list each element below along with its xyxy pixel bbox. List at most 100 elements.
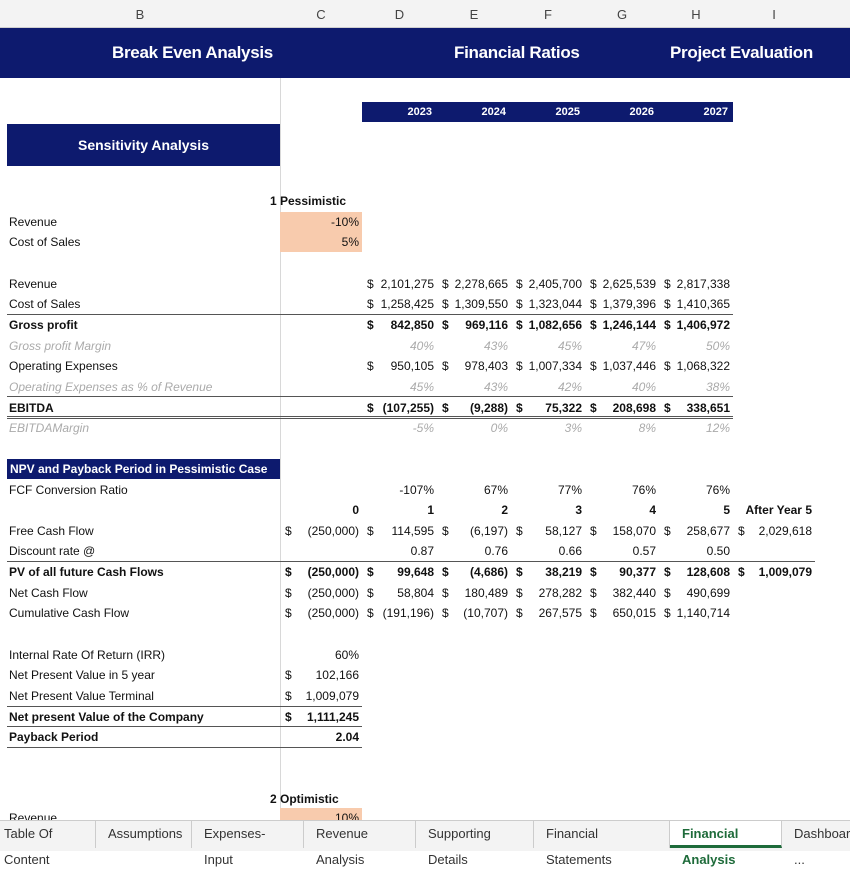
cell[interactable]: 2 Optimistic [270, 789, 390, 809]
cell[interactable]: $278,282 [511, 583, 585, 603]
cell[interactable]: 0.87 [362, 541, 437, 561]
cell[interactable]: $950,105 [362, 356, 437, 376]
cell[interactable]: 1 Pessimistic [270, 191, 390, 211]
cell[interactable]: 76% [659, 480, 733, 500]
cell[interactable]: $ (6,197) [437, 521, 511, 541]
cell[interactable]: -5% [362, 418, 437, 438]
cell[interactable]: $180,489 [437, 583, 511, 603]
sheet-tab[interactable]: Assumptions [96, 821, 192, 848]
column-header-D[interactable]: D [362, 7, 437, 22]
cell[interactable]: $128,608 [659, 562, 733, 582]
cell[interactable]: 0.66 [511, 541, 585, 561]
cell[interactable]: After Year 5 [733, 500, 815, 520]
column-header-B[interactable]: B [0, 7, 280, 22]
column-header-H[interactable]: H [659, 7, 733, 22]
cell[interactable]: $1,140,714 [659, 603, 733, 623]
cell[interactable]: 60% [280, 645, 362, 665]
cell[interactable]: 43% [437, 336, 511, 356]
cell[interactable]: 0.76 [437, 541, 511, 561]
cell[interactable]: $102,166 [280, 665, 362, 685]
cell[interactable]: $208,698 [585, 398, 659, 418]
cell[interactable]: 0.57 [585, 541, 659, 561]
cell[interactable]: $ (250,000) [280, 583, 362, 603]
cell[interactable]: $ (107,255) [362, 398, 437, 418]
cell[interactable]: 40% [585, 377, 659, 397]
cell[interactable]: $90,377 [585, 562, 659, 582]
cell[interactable]: $1,406,972 [659, 315, 733, 335]
cell[interactable]: $99,648 [362, 562, 437, 582]
cell[interactable]: -107% [362, 480, 437, 500]
sheet-tab[interactable]: Financial Analysis [670, 821, 782, 867]
cell[interactable]: $490,699 [659, 583, 733, 603]
cell[interactable]: $1,379,396 [585, 294, 659, 314]
cell[interactable]: $1,111,245 [280, 707, 362, 727]
cell[interactable]: 2 [437, 500, 511, 520]
cell[interactable]: $1,258,425 [362, 294, 437, 314]
cell[interactable]: 38% [659, 377, 733, 397]
sheet-tab[interactable]: Financial Statements [534, 821, 670, 867]
column-header-F[interactable]: F [511, 7, 585, 22]
cell[interactable]: 45% [511, 336, 585, 356]
cell[interactable]: $ (250,000) [280, 603, 362, 623]
cell[interactable]: $1,009,079 [280, 686, 362, 706]
cell[interactable]: $2,405,700 [511, 274, 585, 294]
cell[interactable]: 50% [659, 336, 733, 356]
cell[interactable]: $ (191,196) [362, 603, 437, 623]
cell[interactable]: $382,440 [585, 583, 659, 603]
sheet-tab[interactable]: Revenue Analysis [304, 821, 416, 867]
cell[interactable]: $2,817,338 [659, 274, 733, 294]
cell[interactable]: 8% [585, 418, 659, 438]
sheet-tab[interactable]: Expenses-Input [192, 821, 304, 867]
cell[interactable]: $58,804 [362, 583, 437, 603]
cell[interactable]: $338,651 [659, 398, 733, 418]
cell[interactable]: 42% [511, 377, 585, 397]
sheet-tab[interactable]: Table Of Content [0, 821, 96, 867]
cell[interactable]: 0.50 [659, 541, 733, 561]
cell[interactable]: 2.04 [280, 727, 362, 747]
cell[interactable]: $267,575 [511, 603, 585, 623]
cell[interactable]: 67% [437, 480, 511, 500]
cell[interactable]: $1,009,079 [733, 562, 815, 582]
cell[interactable]: $ (9,288) [437, 398, 511, 418]
cell[interactable]: $2,278,665 [437, 274, 511, 294]
cell[interactable]: $58,127 [511, 521, 585, 541]
cell[interactable]: $1,246,144 [585, 315, 659, 335]
cell[interactable]: $1,410,365 [659, 294, 733, 314]
cell[interactable]: $1,082,656 [511, 315, 585, 335]
cell[interactable]: $1,309,550 [437, 294, 511, 314]
cell[interactable]: $650,015 [585, 603, 659, 623]
cell[interactable]: $2,625,539 [585, 274, 659, 294]
cell[interactable]: 45% [362, 377, 437, 397]
cell[interactable]: $2,101,275 [362, 274, 437, 294]
cell[interactable]: 0% [437, 418, 511, 438]
cell[interactable]: $2,029,618 [733, 521, 815, 541]
cell[interactable]: 12% [659, 418, 733, 438]
column-header-I[interactable]: I [733, 7, 815, 22]
cell[interactable]: -10% [280, 212, 362, 232]
cell[interactable]: $38,219 [511, 562, 585, 582]
cell[interactable]: 3 [511, 500, 585, 520]
cell[interactable]: 5% [280, 232, 362, 252]
cell[interactable]: 3% [511, 418, 585, 438]
cell[interactable]: $842,850 [362, 315, 437, 335]
cell[interactable]: $ (10,707) [437, 603, 511, 623]
cell[interactable]: 76% [585, 480, 659, 500]
cell[interactable]: 0 [280, 500, 362, 520]
cell[interactable]: $ (4,686) [437, 562, 511, 582]
cell[interactable]: $ (250,000) [280, 521, 362, 541]
cell[interactable]: $ (250,000) [280, 562, 362, 582]
cell[interactable]: $114,595 [362, 521, 437, 541]
cell[interactable]: $1,007,334 [511, 356, 585, 376]
sheet-tab[interactable]: Dashboard ... [782, 821, 850, 867]
cell[interactable]: $978,403 [437, 356, 511, 376]
sheet-tab[interactable]: Supporting Details [416, 821, 534, 867]
column-header-G[interactable]: G [585, 7, 659, 22]
cell[interactable]: 1 [362, 500, 437, 520]
cell[interactable]: 47% [585, 336, 659, 356]
cell[interactable]: 43% [437, 377, 511, 397]
column-header-C[interactable]: C [280, 7, 362, 22]
cell[interactable]: $1,323,044 [511, 294, 585, 314]
cell[interactable]: 5 [659, 500, 733, 520]
cell[interactable]: $1,068,322 [659, 356, 733, 376]
column-header-E[interactable]: E [437, 7, 511, 22]
